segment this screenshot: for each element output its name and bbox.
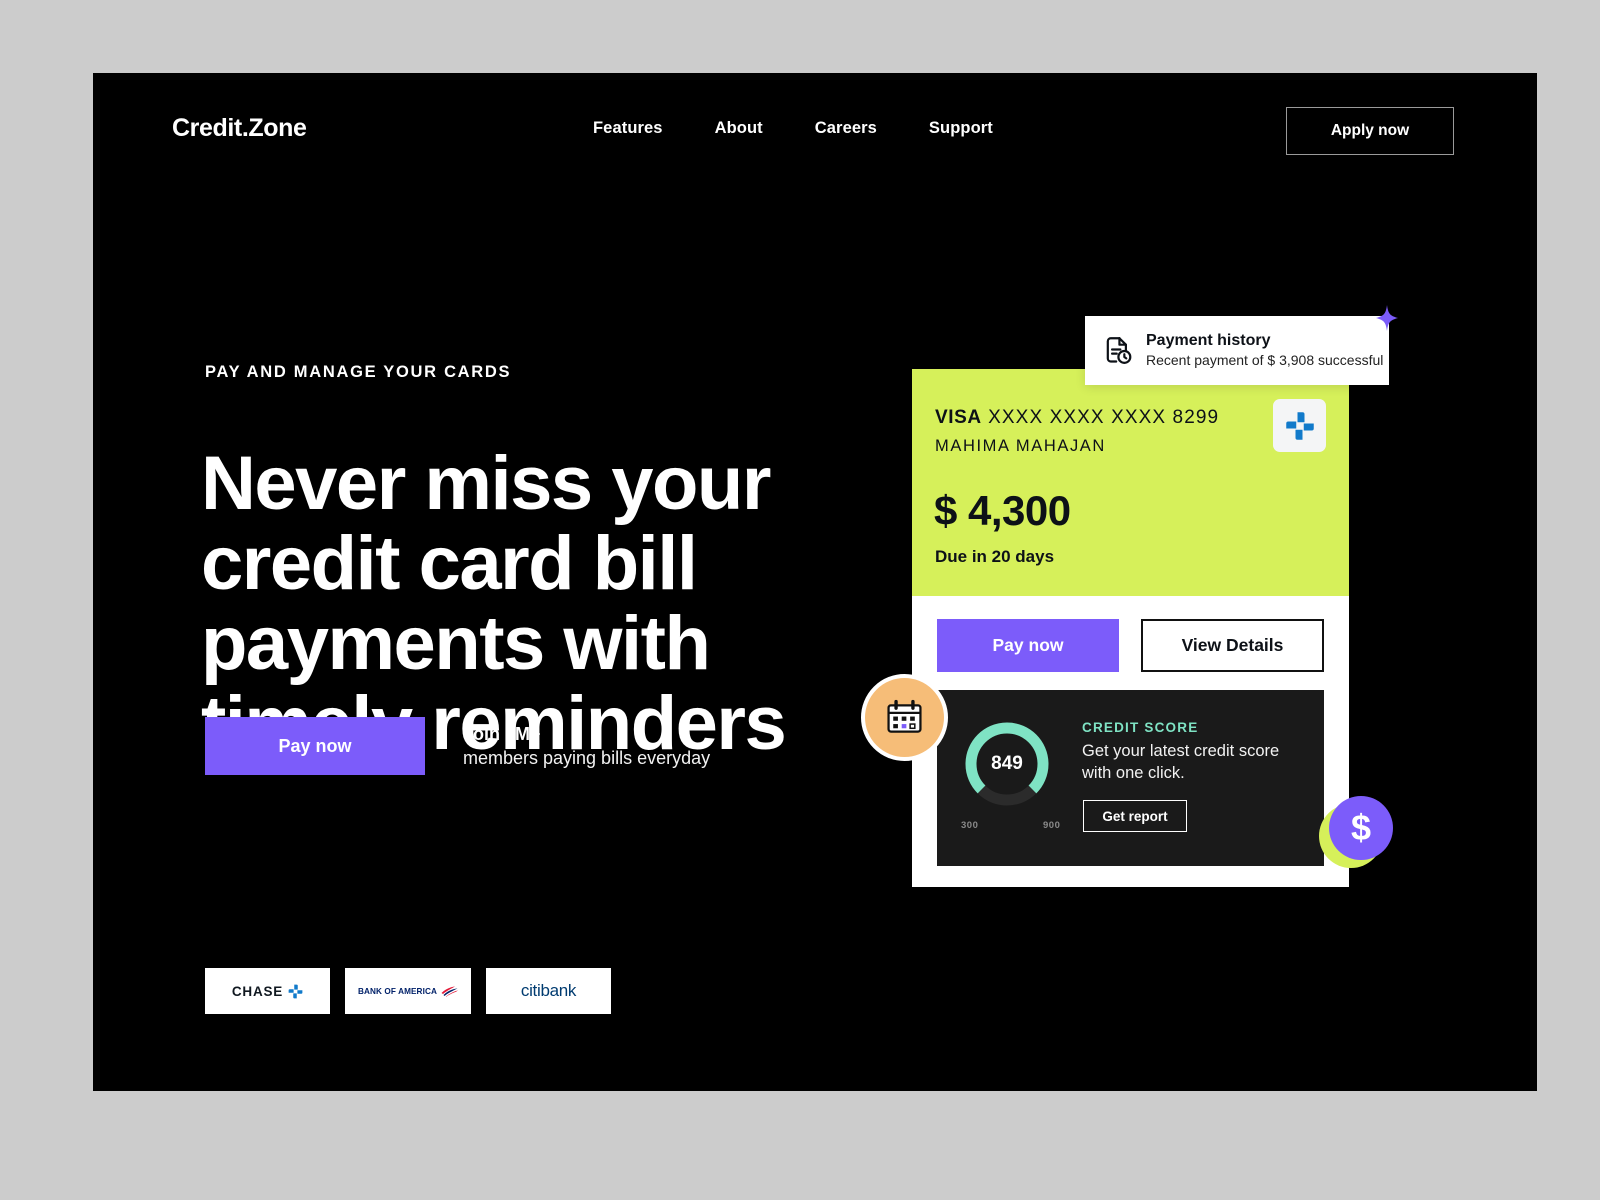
main-navigation: Features About Careers Support <box>593 119 993 138</box>
get-report-button[interactable]: Get report <box>1083 800 1187 832</box>
chase-wordmark: CHASE <box>232 984 303 999</box>
page-title: Never miss your credit card bill payment… <box>201 440 787 766</box>
payment-history-text: Payment history Recent payment of $ 3,90… <box>1146 331 1383 370</box>
nav-item-support[interactable]: Support <box>929 119 993 138</box>
card-number-digits: XXXX XXXX XXXX 8299 <box>988 407 1220 428</box>
payment-history-icon <box>1106 337 1132 364</box>
boa-logo-text: BANK OF AMERICA <box>358 986 437 996</box>
social-proof-title: Join 8M+ <box>463 723 541 744</box>
chase-logo-icon <box>288 984 303 998</box>
card-due-date: Due in 20 days <box>935 547 1055 566</box>
nav-item-careers[interactable]: Careers <box>815 119 877 138</box>
partner-bank-logos: CHASE BANK OF AMERICA citibank <box>205 968 611 1014</box>
screenshot-stage: Credit.Zone Features About Careers Suppo… <box>0 0 1600 1200</box>
card-issuer-badge <box>1273 399 1326 452</box>
sparkle-icon <box>1376 305 1398 331</box>
chase-logo-icon <box>1285 411 1314 440</box>
social-proof: Join 8M+ members paying bills everyday <box>463 723 710 770</box>
calendar-badge <box>861 674 948 761</box>
credit-score-panel: 849 300 900 CREDIT SCORE Get your latest… <box>937 690 1324 866</box>
chase-logo-text: CHASE <box>231 983 284 999</box>
card-amount-due: $ 4,300 <box>934 487 1071 534</box>
card-action-row: Pay now View Details <box>912 596 1349 694</box>
hero-cta-row: Pay now Join 8M+ members paying bills ev… <box>205 717 710 775</box>
landing-page: Credit.Zone Features About Careers Suppo… <box>93 73 1537 1091</box>
apply-now-button[interactable]: Apply now <box>1286 107 1454 155</box>
payment-history-subtitle: Recent payment of $ 3,908 successful <box>1146 352 1384 368</box>
dollar-icon: $ <box>1329 796 1393 860</box>
social-proof-subtitle: members paying bills everyday <box>463 747 711 768</box>
citibank-logo-text: citibank <box>520 981 577 1000</box>
bank-logo-citibank: citibank <box>486 968 611 1014</box>
credit-card-summary: VISA XXXX XXXX XXXX 8299 MAHIMA MAHAJAN … <box>912 369 1349 596</box>
card-network-label: VISA <box>935 407 982 428</box>
site-header: Credit.Zone Features About Careers Suppo… <box>93 73 1537 203</box>
nav-item-features[interactable]: Features <box>593 119 663 138</box>
gauge-max-label: 900 <box>1043 820 1061 831</box>
credit-score-gauge: 849 <box>959 716 1055 812</box>
credit-card-widget: VISA XXXX XXXX XXXX 8299 MAHIMA MAHAJAN … <box>912 369 1349 887</box>
card-view-details-button[interactable]: View Details <box>1141 618 1324 672</box>
citibank-logo-icon: citibank <box>520 981 577 1001</box>
nav-item-about[interactable]: About <box>715 119 763 138</box>
payment-history-toast[interactable]: Payment history Recent payment of $ 3,90… <box>1085 316 1389 385</box>
bank-of-america-logo-icon <box>441 986 458 997</box>
pay-now-button[interactable]: Pay now <box>205 717 425 775</box>
brand-logo[interactable]: Credit.Zone <box>172 114 307 143</box>
boa-wordmark: BANK OF AMERICA <box>358 985 458 997</box>
credit-score-value: 849 <box>991 753 1023 774</box>
card-pay-now-button[interactable]: Pay now <box>937 618 1119 672</box>
bank-logo-chase: CHASE <box>205 968 330 1014</box>
hero-eyebrow: PAY AND MANAGE YOUR CARDS <box>205 363 512 381</box>
credit-score-description: Get your latest credit score with one cl… <box>1082 742 1280 782</box>
payment-history-title: Payment history <box>1146 332 1271 349</box>
bank-logo-bank-of-america: BANK OF AMERICA <box>345 968 471 1014</box>
card-holder-name: MAHIMA MAHAJAN <box>935 437 1106 455</box>
calendar-icon <box>887 699 922 733</box>
dollar-badge: $ <box>1319 796 1395 868</box>
card-number: VISA XXXX XXXX XXXX 8299 <box>935 407 1219 429</box>
gauge-min-label: 300 <box>961 820 979 831</box>
credit-score-label: CREDIT SCORE <box>1082 720 1199 735</box>
